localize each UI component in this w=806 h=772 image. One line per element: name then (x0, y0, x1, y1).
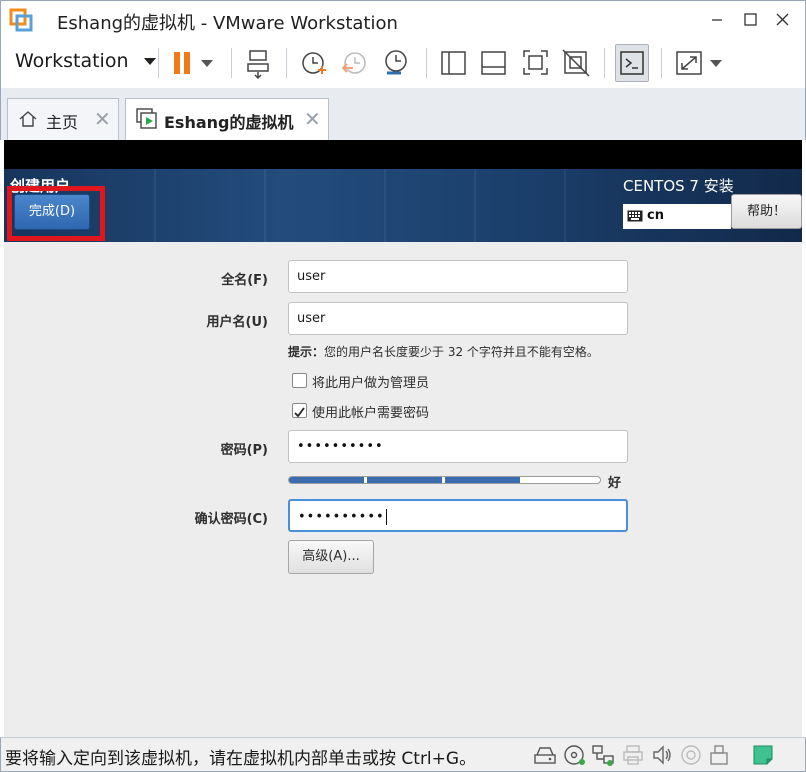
password-strength-fill (289, 477, 523, 483)
create-user-form: 全名(F) user 用户名(U) user 提示：您的用户名长度要少于 32 … (4, 242, 802, 737)
vm-console[interactable]: 创建用户 完成(D) CENTOS 7 安装 cn 帮助！ 全名(F) user… (4, 140, 802, 737)
password-value: •••••••••• (297, 439, 384, 454)
tab-vm-label: Eshang的虚拟机 (164, 113, 294, 132)
thumbnail-view-icon[interactable] (477, 46, 511, 80)
keyboard-icon (627, 210, 643, 222)
fullname-label: 全名(F) (221, 273, 268, 288)
snapshot-revert-icon[interactable] (338, 46, 372, 80)
console-view-icon (620, 51, 644, 75)
tab-vm-close-icon[interactable]: ✕ (304, 107, 321, 131)
fullname-value: user (297, 269, 326, 284)
pause-dropdown-icon[interactable] (197, 46, 217, 80)
printer-icon[interactable] (621, 743, 645, 767)
cd-dvd-icon[interactable] (563, 743, 587, 767)
help-button[interactable]: 帮助！ (731, 194, 802, 229)
username-value: user (297, 311, 326, 326)
username-label: 用户名(U) (206, 315, 268, 330)
tab-vm[interactable]: Eshang的虚拟机 ✕ (125, 98, 329, 140)
sound-icon[interactable] (651, 743, 675, 767)
advanced-button[interactable]: 高级(A)... (288, 540, 374, 574)
confirm-password-value: •••••••••• (298, 509, 385, 525)
username-hint: 提示：您的用户名长度要少于 32 个字符并且不能有空格。 (288, 343, 599, 360)
toolbar-separator (426, 48, 427, 78)
title-bar: Eshang的虚拟机 - VMware Workstation (0, 0, 806, 38)
tab-home[interactable]: 主页 ✕ (7, 98, 119, 140)
hint-prefix: 提示： (288, 345, 325, 359)
toolbar-separator (158, 48, 159, 78)
password-input[interactable]: •••••••••• (288, 430, 628, 463)
unity-icon[interactable] (559, 46, 593, 80)
hard-disk-icon[interactable] (533, 743, 557, 767)
toolbar-separator (661, 48, 662, 78)
toolbar: Workstation (0, 38, 806, 88)
toolbar-separator (231, 48, 232, 78)
dropdown-arrow-icon (143, 58, 156, 65)
password-strength-bar (288, 476, 601, 484)
home-icon (19, 111, 37, 127)
network-icon[interactable] (591, 743, 615, 767)
toolbar-separator (286, 48, 287, 78)
product-title: CENTOS 7 安装 (623, 177, 734, 195)
username-input[interactable]: user (288, 302, 628, 335)
send-ctrl-alt-del-icon[interactable] (243, 46, 277, 80)
library-view-icon[interactable] (437, 46, 471, 80)
checkmark-icon (294, 407, 305, 418)
tab-home-close-icon[interactable]: ✕ (94, 107, 111, 131)
confirm-password-label: 确认密码(C) (194, 512, 268, 527)
close-icon (776, 13, 789, 26)
console-view-button[interactable] (615, 44, 649, 82)
workstation-menu-label: Workstation (15, 50, 129, 72)
message-log-icon[interactable] (751, 743, 775, 767)
done-button[interactable]: 完成(D) (14, 194, 90, 230)
usb-device-icon[interactable] (707, 743, 731, 767)
status-bar: 要将输入定向到该虚拟机，请在虚拟机内部单击或按 Ctrl+G。 (0, 737, 806, 772)
status-message: 要将输入定向到该虚拟机，请在虚拟机内部单击或按 Ctrl+G。 (5, 749, 477, 769)
require-password-label[interactable]: 使用此帐户需要密码 (312, 402, 429, 421)
stretch-dropdown-icon[interactable] (707, 46, 725, 80)
require-password-checkbox[interactable] (292, 403, 307, 418)
window-title: Eshang的虚拟机 - VMware Workstation (57, 13, 398, 34)
pause-icon[interactable] (167, 46, 201, 80)
usb-camera-icon[interactable] (679, 743, 703, 767)
admin-checkbox-label[interactable]: 将此用户做为管理员 (312, 372, 429, 391)
password-label: 密码(P) (220, 443, 268, 458)
text-cursor (385, 509, 387, 525)
full-screen-icon[interactable] (519, 46, 553, 80)
snapshot-manager-icon[interactable] (379, 46, 413, 80)
workstation-menu[interactable]: Workstation (15, 50, 157, 72)
vmware-logo-icon (9, 8, 33, 32)
toolbar-separator (604, 48, 605, 78)
vm-running-icon (136, 108, 157, 129)
admin-checkbox[interactable] (292, 373, 307, 388)
installer-header: 创建用户 完成(D) CENTOS 7 安装 cn 帮助！ (4, 169, 802, 242)
tab-strip: 主页 ✕ Eshang的虚拟机 ✕ (0, 88, 806, 140)
snapshot-take-icon[interactable] (297, 46, 331, 80)
close-button[interactable] (763, 5, 803, 35)
tab-home-label: 主页 (46, 113, 79, 132)
fullname-input[interactable]: user (288, 260, 628, 293)
password-strength-label: 好 (608, 476, 622, 491)
stretch-view-icon[interactable] (673, 46, 707, 80)
keyboard-layout-indicator[interactable]: cn (623, 204, 731, 229)
confirm-password-input[interactable]: •••••••••• (288, 499, 628, 532)
keyboard-layout-label: cn (647, 208, 664, 223)
hint-text: 您的用户名长度要少于 32 个字符并且不能有空格。 (324, 345, 599, 359)
